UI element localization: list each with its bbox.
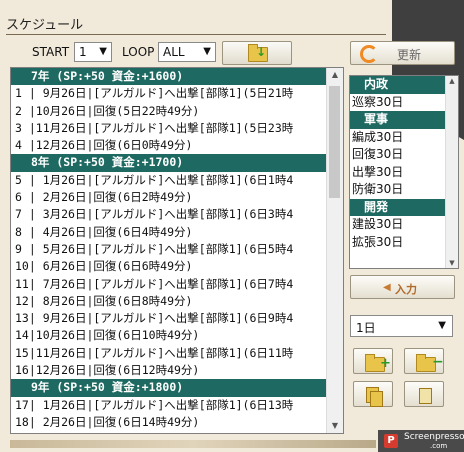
arrow-down-icon: ↓ bbox=[256, 45, 267, 59]
schedule-row[interactable]: 5 | 1月26日|[アルガルド]へ出撃[部隊1](6日1時4 bbox=[11, 172, 343, 189]
schedule-row[interactable]: 4 |12月26日|回復(6日0時49分) bbox=[11, 137, 343, 154]
scroll-down-icon[interactable]: ▼ bbox=[327, 419, 343, 433]
start-value: 1 bbox=[79, 45, 87, 59]
command-category: 軍事 bbox=[350, 111, 458, 129]
paste-icon bbox=[419, 388, 432, 404]
schedule-row[interactable]: 16|12月26日|回復(6日12時49分) bbox=[11, 362, 343, 379]
chevron-down-icon: ▼ bbox=[438, 320, 446, 331]
loop-select[interactable]: ALL ▼ bbox=[158, 42, 216, 62]
loop-label: LOOP bbox=[122, 45, 155, 59]
chevron-down-icon: ▼ bbox=[203, 46, 211, 57]
chevron-down-icon: ▼ bbox=[99, 46, 107, 57]
command-item[interactable]: 回復30日 bbox=[350, 146, 458, 164]
days-select[interactable]: 1日 ▼ bbox=[350, 315, 453, 337]
schedule-row[interactable]: 18| 2月26日|回復(6日14時49分) bbox=[11, 414, 343, 431]
update-button[interactable]: 更新 bbox=[350, 41, 455, 65]
command-category: 開発 bbox=[350, 198, 458, 216]
command-list[interactable]: 内政 巡察30日 軍事 編成30日 回復30日 出撃30日 防衛30日 開発 建設30日 拡張30… bbox=[349, 75, 459, 269]
plus-icon: + bbox=[380, 356, 391, 371]
schedule-row[interactable]: 6 | 2月26日|回復(6日2時49分) bbox=[11, 189, 343, 206]
command-item[interactable]: 防衛30日 bbox=[350, 181, 458, 199]
start-select[interactable]: 1 ▼ bbox=[74, 42, 112, 62]
title-divider bbox=[6, 34, 386, 35]
scroll-down-icon[interactable]: ▼ bbox=[446, 259, 458, 267]
schedule-row[interactable]: 1 | 9月26日|[アルガルド]へ出撃[部隊1](5日21時 bbox=[11, 85, 343, 102]
schedule-row[interactable]: 8 | 4月26日|回復(6日4時49分) bbox=[11, 224, 343, 241]
schedule-list[interactable]: 7年 (SP:+50 資金:+1600) 1 | 9月26日|[アルガルド]へ出撃… bbox=[10, 67, 344, 434]
schedule-row[interactable]: 13| 9月26日|[アルガルド]へ出撃[部隊1](6日9時4 bbox=[11, 310, 343, 327]
year-header-row[interactable]: 8年 (SP:+50 資金:+1700) bbox=[11, 154, 343, 172]
schedule-row[interactable]: 11| 7月26日|[アルガルド]へ出撃[部隊1](6日7時4 bbox=[11, 276, 343, 293]
command-scrollbar[interactable]: ▲ ▼ bbox=[445, 76, 458, 268]
refresh-icon bbox=[360, 45, 378, 63]
schedule-row[interactable]: 14|10月26日|回復(6日10時49分) bbox=[11, 327, 343, 344]
command-category: 内政 bbox=[350, 76, 458, 94]
copy-button[interactable] bbox=[353, 381, 393, 407]
folder-add-button[interactable]: + bbox=[353, 348, 393, 374]
page-title: スケジュール bbox=[6, 18, 84, 33]
screenpresso-badge: P Screenpresso .com bbox=[378, 430, 464, 452]
screenpresso-logo-icon: P bbox=[384, 434, 398, 448]
screenpresso-domain: .com bbox=[430, 442, 448, 450]
add-command-button[interactable]: ◀ 入力 bbox=[350, 275, 455, 299]
schedule-row[interactable]: 10| 6月26日|回復(6日6時49分) bbox=[11, 258, 343, 275]
command-item[interactable]: 編成30日 bbox=[350, 129, 458, 147]
arrow-left-icon: ◀ bbox=[383, 282, 391, 293]
screenpresso-brand: Screenpresso bbox=[404, 432, 464, 442]
schedule-row[interactable]: 7 | 3月26日|[アルガルド]へ出撃[部隊1](6日3時4 bbox=[11, 206, 343, 223]
paste-button[interactable] bbox=[404, 381, 444, 407]
bottom-strip bbox=[10, 440, 376, 448]
folder-remove-button[interactable]: − bbox=[404, 348, 444, 374]
update-label: 更新 bbox=[397, 48, 422, 62]
start-label: START bbox=[32, 45, 70, 59]
year-header-row[interactable]: 9年 (SP:+50 資金:+1800) bbox=[11, 379, 343, 397]
schedule-row[interactable]: 12| 8月26日|回復(6日8時49分) bbox=[11, 293, 343, 310]
minus-icon: − bbox=[432, 354, 444, 370]
year-header-row[interactable]: 7年 (SP:+50 資金:+1600) bbox=[11, 68, 343, 86]
schedule-row[interactable]: 17| 1月26日|[アルガルド]へ出撃[部隊1](6日13時 bbox=[11, 397, 343, 414]
scroll-up-icon[interactable]: ▲ bbox=[327, 68, 343, 82]
schedule-row[interactable]: 2 |10月26日|回復(5日22時49分) bbox=[11, 103, 343, 120]
scrollbar[interactable]: ▲ ▼ bbox=[326, 68, 343, 433]
add-command-label: 入力 bbox=[395, 283, 417, 296]
copy-icon-back bbox=[370, 391, 383, 407]
command-item[interactable]: 出撃30日 bbox=[350, 164, 458, 182]
days-value: 1日 bbox=[356, 321, 376, 335]
scroll-thumb[interactable] bbox=[329, 86, 340, 198]
loop-value: ALL bbox=[163, 45, 185, 59]
command-item[interactable]: 巡察30日 bbox=[350, 94, 458, 112]
command-item[interactable]: 建設30日 bbox=[350, 216, 458, 234]
scroll-up-icon[interactable]: ▲ bbox=[446, 77, 458, 85]
schedule-row[interactable]: 19| 3月26日|[アルガルド]へ出撃[部隊1](6日15時 bbox=[11, 431, 343, 433]
schedule-row[interactable]: 3 |11月26日|[アルガルド]へ出撃[部隊1](5日23時 bbox=[11, 120, 343, 137]
schedule-row[interactable]: 15|11月26日|[アルガルド]へ出撃[部隊1](6日11時 bbox=[11, 345, 343, 362]
command-item[interactable]: 拡張30日 bbox=[350, 234, 458, 252]
load-schedule-button[interactable]: ↓ bbox=[222, 41, 292, 65]
schedule-row[interactable]: 9 | 5月26日|[アルガルド]へ出撃[部隊1](6日5時4 bbox=[11, 241, 343, 258]
